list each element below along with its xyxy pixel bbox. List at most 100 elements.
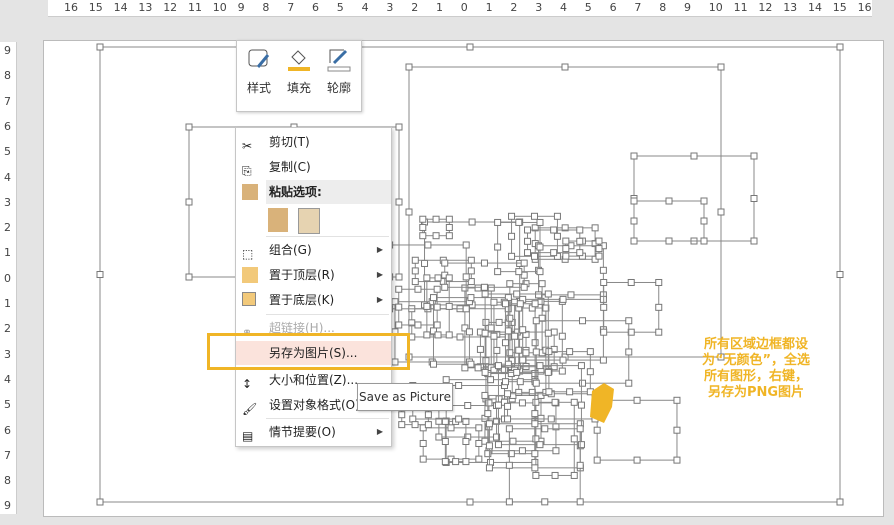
selection-handle[interactable] xyxy=(464,402,472,410)
selection-handle[interactable] xyxy=(96,43,104,51)
selection-handle[interactable] xyxy=(690,152,698,160)
selection-handle[interactable] xyxy=(595,245,603,253)
selection-handle[interactable] xyxy=(593,426,601,434)
selection-handle[interactable] xyxy=(655,328,663,336)
selection-handle[interactable] xyxy=(494,362,502,370)
menu-item-cut[interactable]: ✂ 剪切(T) xyxy=(236,130,391,154)
selection-handle[interactable] xyxy=(185,198,193,206)
selection-handle[interactable] xyxy=(566,348,574,356)
selection-handle[interactable] xyxy=(421,259,429,267)
selection-handle[interactable] xyxy=(465,328,473,336)
selection-handle[interactable] xyxy=(508,252,516,260)
selection-handle[interactable] xyxy=(750,152,758,160)
selection-handle[interactable] xyxy=(493,346,501,354)
selection-handle[interactable] xyxy=(445,331,453,339)
selection-handle[interactable] xyxy=(595,237,603,245)
selection-handle[interactable] xyxy=(501,300,509,308)
selection-handle[interactable] xyxy=(593,456,601,464)
selection-handle[interactable] xyxy=(419,223,427,231)
selection-handle[interactable] xyxy=(536,218,544,226)
selection-handle[interactable] xyxy=(482,357,490,365)
selection-handle[interactable] xyxy=(487,376,495,384)
selection-handle[interactable] xyxy=(429,360,437,368)
selection-handle[interactable] xyxy=(504,327,512,335)
selection-handle[interactable] xyxy=(467,294,475,302)
selection-handle[interactable] xyxy=(441,283,449,291)
selection-handle[interactable] xyxy=(462,241,470,249)
selection-handle[interactable] xyxy=(423,302,431,310)
selection-handle[interactable] xyxy=(551,398,559,406)
selection-handle[interactable] xyxy=(537,414,545,422)
selection-handle[interactable] xyxy=(558,332,566,340)
selection-handle[interactable] xyxy=(414,285,422,293)
selection-handle[interactable] xyxy=(673,426,681,434)
selection-handle[interactable] xyxy=(547,415,555,423)
selection-handle[interactable] xyxy=(553,232,561,240)
selection-handle[interactable] xyxy=(665,237,673,245)
selection-handle[interactable] xyxy=(419,232,427,240)
selection-handle[interactable] xyxy=(532,348,540,356)
selection-handle[interactable] xyxy=(185,273,193,281)
selection-handle[interactable] xyxy=(535,291,543,299)
selection-handle[interactable] xyxy=(570,435,578,443)
selection-handle[interactable] xyxy=(474,284,482,292)
selection-handle[interactable] xyxy=(630,197,638,205)
selection-handle[interactable] xyxy=(576,249,584,257)
selection-handle[interactable] xyxy=(544,290,552,298)
slide-canvas[interactable] xyxy=(43,40,884,517)
selection-handle[interactable] xyxy=(481,391,489,399)
selection-handle[interactable] xyxy=(519,356,527,364)
selection-handle[interactable] xyxy=(467,267,475,275)
selection-handle[interactable] xyxy=(485,464,493,472)
selection-handle[interactable] xyxy=(515,218,523,226)
selection-handle[interactable] xyxy=(531,420,539,428)
selection-handle[interactable] xyxy=(538,280,546,288)
selection-handle[interactable] xyxy=(505,461,513,469)
selection-handle[interactable] xyxy=(717,63,725,71)
selection-handle[interactable] xyxy=(566,388,574,396)
selection-handle[interactable] xyxy=(516,378,524,386)
selection-handle[interactable] xyxy=(750,237,758,245)
selection-handle[interactable] xyxy=(395,198,403,206)
selection-handle[interactable] xyxy=(395,273,403,281)
selection-handle[interactable] xyxy=(633,456,641,464)
selection-handle[interactable] xyxy=(504,402,512,410)
selection-handle[interactable] xyxy=(466,498,474,506)
selection-handle[interactable] xyxy=(441,438,449,446)
selection-handle[interactable] xyxy=(405,208,413,216)
selection-handle[interactable] xyxy=(518,447,526,455)
selection-handle[interactable] xyxy=(579,317,587,325)
selection-handle[interactable] xyxy=(423,331,431,339)
selection-handle[interactable] xyxy=(576,425,584,433)
selection-handle[interactable] xyxy=(531,450,539,458)
selection-handle[interactable] xyxy=(531,300,539,308)
selection-handle[interactable] xyxy=(445,223,453,231)
selection-handle[interactable] xyxy=(487,324,495,332)
selection-handle[interactable] xyxy=(586,368,594,376)
selection-handle[interactable] xyxy=(495,318,503,326)
selection-handle[interactable] xyxy=(536,243,544,251)
selection-handle[interactable] xyxy=(562,252,570,260)
selection-handle[interactable] xyxy=(466,43,474,51)
selection-handle[interactable] xyxy=(558,367,566,375)
selection-handle[interactable] xyxy=(515,268,523,276)
selection-handle[interactable] xyxy=(494,401,502,409)
selection-handle[interactable] xyxy=(591,224,599,232)
selection-handle[interactable] xyxy=(532,317,540,325)
selection-handle[interactable] xyxy=(625,317,633,325)
selection-handle[interactable] xyxy=(411,278,419,286)
selection-handle[interactable] xyxy=(576,237,584,245)
selection-handle[interactable] xyxy=(536,268,544,276)
selection-handle[interactable] xyxy=(423,274,431,282)
selection-handle[interactable] xyxy=(506,314,514,322)
selection-handle[interactable] xyxy=(559,295,567,303)
selection-handle[interactable] xyxy=(508,232,516,240)
selection-handle[interactable] xyxy=(625,379,633,387)
selection-handle[interactable] xyxy=(595,252,603,260)
selection-handle[interactable] xyxy=(511,332,519,340)
selection-handle[interactable] xyxy=(462,305,470,313)
fill-button[interactable]: 填充 xyxy=(281,47,317,96)
selection-handle[interactable] xyxy=(490,332,498,340)
selection-handle[interactable] xyxy=(577,401,585,409)
selection-handle[interactable] xyxy=(411,256,419,264)
